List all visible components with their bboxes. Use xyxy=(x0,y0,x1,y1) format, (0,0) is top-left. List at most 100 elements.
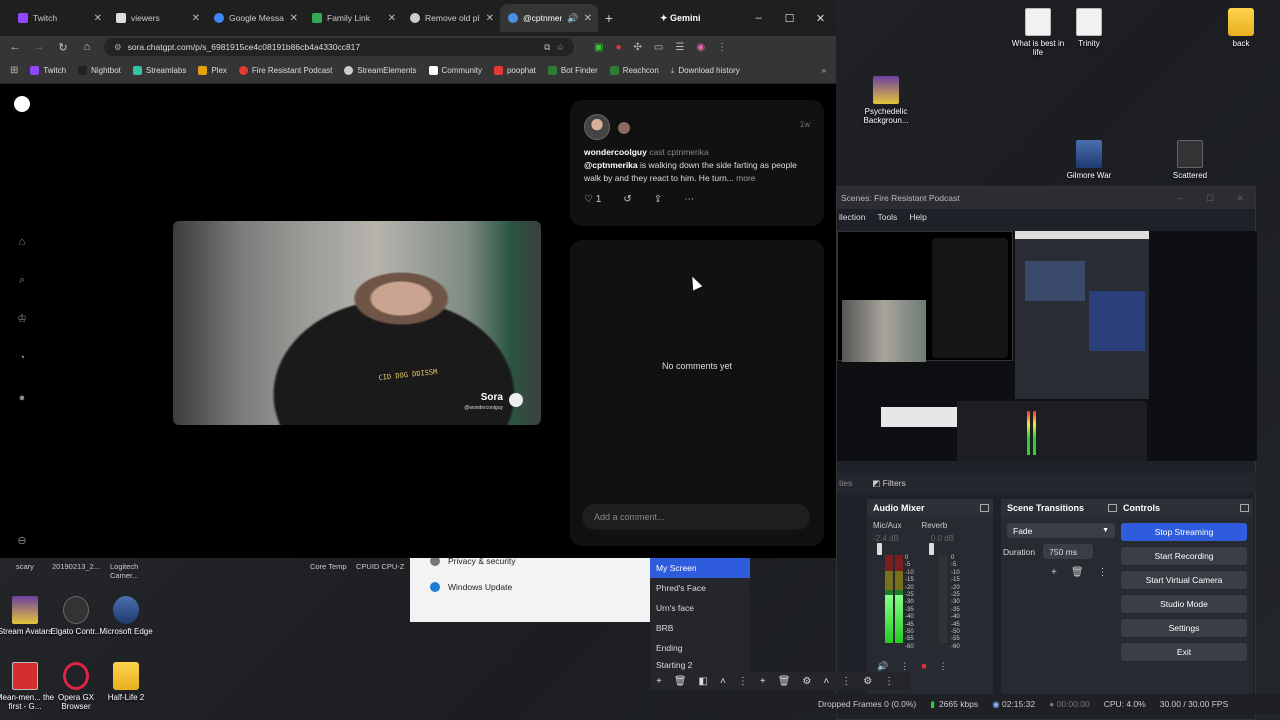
close-window-icon[interactable]: ✕ xyxy=(805,12,836,25)
more-vert-icon[interactable]: ⋮ xyxy=(939,661,948,672)
menu-help[interactable]: Help xyxy=(909,212,926,222)
add-icon[interactable]: + xyxy=(760,676,766,687)
start-recording-button[interactable]: Start Recording xyxy=(1121,547,1247,565)
exit-button[interactable]: Exit xyxy=(1121,643,1247,661)
speaker-icon[interactable]: 🔊 xyxy=(877,661,888,672)
close-icon[interactable]: ✕ xyxy=(388,13,396,24)
duration-input[interactable]: 750 ms xyxy=(1043,544,1094,559)
cameo-avatar[interactable] xyxy=(618,122,630,134)
scene-item[interactable]: BRB xyxy=(650,618,750,638)
start-virtual-camera-button[interactable]: Start Virtual Camera xyxy=(1121,571,1247,589)
share-icon[interactable]: ⇪ xyxy=(654,194,662,205)
minimize-icon[interactable]: – xyxy=(1165,193,1195,204)
bookmark-poophat[interactable]: poophat xyxy=(493,66,536,75)
bookmark-bot-finder[interactable]: Bot Finder xyxy=(547,66,598,75)
close-icon[interactable]: ✕ xyxy=(486,13,494,24)
tab-twitch[interactable]: Twitch ✕ xyxy=(10,4,108,32)
forward-icon[interactable]: → xyxy=(32,41,46,53)
more-vert-icon[interactable]: ⋮ xyxy=(900,661,909,672)
bookmark-nightbot[interactable]: Nightbot xyxy=(78,66,121,75)
gear-icon[interactable]: ⚙ xyxy=(802,676,811,687)
back-icon[interactable]: ← xyxy=(8,41,22,53)
scene-item[interactable]: Starting 2 xyxy=(650,658,750,672)
tab-family-link[interactable]: Family Link ✕ xyxy=(304,4,402,32)
maximize-icon[interactable]: ☐ xyxy=(1195,193,1225,204)
desktop-icon-gilmore-war[interactable]: Gilmore War xyxy=(1057,140,1121,180)
move-up-icon[interactable]: ˄ xyxy=(720,676,726,687)
like-button[interactable]: ♡ 1 xyxy=(584,194,601,205)
scene-item[interactable]: Urn's face xyxy=(650,598,750,618)
bookmark-plex[interactable]: Plex xyxy=(198,66,227,75)
popout-icon[interactable] xyxy=(1240,504,1249,512)
install-icon[interactable]: ⧉ xyxy=(544,42,550,53)
address-bar[interactable]: ⚙ sora.chatgpt.com/p/s_6981915ce4c08191b… xyxy=(104,38,574,56)
home-icon[interactable]: ⌂ xyxy=(80,41,94,53)
stop-streaming-button[interactable]: Stop Streaming xyxy=(1121,523,1247,541)
maximize-icon[interactable]: ☐ xyxy=(774,12,805,25)
tab-remove-old[interactable]: Remove old pl ✕ xyxy=(402,4,500,32)
search-icon[interactable]: ⌕ xyxy=(12,274,32,287)
scene-item[interactable]: Phred's Face xyxy=(650,578,750,598)
bookmark-streamlabs[interactable]: Streamlabs xyxy=(132,66,186,75)
close-icon[interactable]: ✕ xyxy=(94,13,102,24)
more-vert-icon[interactable]: ⋮ xyxy=(1098,567,1108,578)
mention[interactable]: @cptnmerika xyxy=(584,160,638,170)
add-icon[interactable]: + xyxy=(1051,567,1057,578)
more-link[interactable]: more xyxy=(736,173,755,183)
trash-icon[interactable]: 🗑 xyxy=(778,676,791,687)
tab-sora-active[interactable]: @cptnmer 🔊 ✕ xyxy=(500,4,598,32)
tab-google-messages[interactable]: Google Messa ✕ xyxy=(206,4,304,32)
desktop-icon-back[interactable]: back xyxy=(1209,8,1273,48)
gear-icon[interactable]: ⚙ xyxy=(863,676,872,687)
settings-button[interactable]: Settings xyxy=(1121,619,1247,637)
popout-icon[interactable] xyxy=(1108,504,1117,512)
bookmark-community[interactable]: Community xyxy=(428,66,482,75)
close-icon[interactable]: ✕ xyxy=(192,13,200,24)
popout-icon[interactable] xyxy=(980,504,989,512)
puzzle-icon[interactable]: ✣ xyxy=(634,42,642,53)
desktop-icon-edge[interactable]: Microsoft Edge xyxy=(94,596,158,636)
move-up-icon[interactable]: ˄ xyxy=(823,676,829,687)
apps-icon[interactable]: ⊞ xyxy=(10,65,18,76)
menu-tools[interactable]: Tools xyxy=(877,212,897,222)
scene-item[interactable]: My Screen xyxy=(650,558,750,578)
reverb-fader[interactable] xyxy=(929,543,934,555)
site-info-icon[interactable]: ⚙ xyxy=(114,42,122,53)
studio-mode-button[interactable]: Studio Mode xyxy=(1121,595,1247,613)
filter-icon[interactable]: ◧ xyxy=(699,676,708,687)
bookmark-download-history[interactable]: ⤓ Download history xyxy=(671,66,740,76)
cast-label[interactable]: cast cptnmerika xyxy=(649,147,709,157)
remix-icon[interactable]: ↺ xyxy=(623,194,631,205)
more-bookmarks-icon[interactable]: » xyxy=(822,66,826,75)
speaker-icon[interactable]: 🔊 xyxy=(567,13,578,24)
bookmark-twitch[interactable]: Twitch xyxy=(30,66,66,75)
bell-icon[interactable]: ◔ xyxy=(12,352,32,364)
trash-icon[interactable]: 🗑 xyxy=(1071,567,1084,578)
trash-icon[interactable]: 🗑 xyxy=(674,676,687,687)
more-vert-icon[interactable]: ⋮ xyxy=(717,42,727,53)
close-icon[interactable]: ✕ xyxy=(584,13,592,24)
bookmark-streamelements[interactable]: StreamElements xyxy=(344,66,417,75)
mic-fader[interactable] xyxy=(877,543,882,555)
desktop-icon-scattered[interactable]: Scattered xyxy=(1158,140,1222,180)
more-options-icon[interactable]: ⋯ xyxy=(684,194,694,205)
extension-icon[interactable]: ● xyxy=(615,42,621,53)
bookmark-reachcon[interactable]: Reachcon xyxy=(609,66,659,75)
trophy-icon[interactable]: ♔ xyxy=(12,312,32,325)
more-vert-icon[interactable]: ⋮ xyxy=(841,676,851,687)
tab-properties[interactable]: ties xyxy=(839,478,852,488)
video-player[interactable]: CID DOG DDISSM Sora @wondercoolguy xyxy=(173,221,541,425)
desktop-icon-psychedelic[interactable]: Psychedelic Backgroun... xyxy=(854,76,918,125)
desktop-icon-trinity[interactable]: Trinity xyxy=(1057,8,1121,48)
minimize-icon[interactable]: – xyxy=(743,12,774,25)
scene-item[interactable]: Ending xyxy=(650,638,750,658)
home-icon[interactable]: ⌂ xyxy=(12,236,32,248)
desktop-icon-half-life[interactable]: Half-Life 2 xyxy=(94,662,158,702)
avatar[interactable] xyxy=(584,114,610,140)
menu-scene-collection[interactable]: llection xyxy=(839,212,865,222)
reload-icon[interactable]: ↻ xyxy=(56,41,70,54)
settings-item-windows-update[interactable]: Windows Update xyxy=(430,582,512,592)
add-icon[interactable]: + xyxy=(656,676,662,687)
gemini-button[interactable]: ✦ Gemini xyxy=(660,13,701,24)
profile-icon[interactable]: ◉ xyxy=(696,42,705,53)
